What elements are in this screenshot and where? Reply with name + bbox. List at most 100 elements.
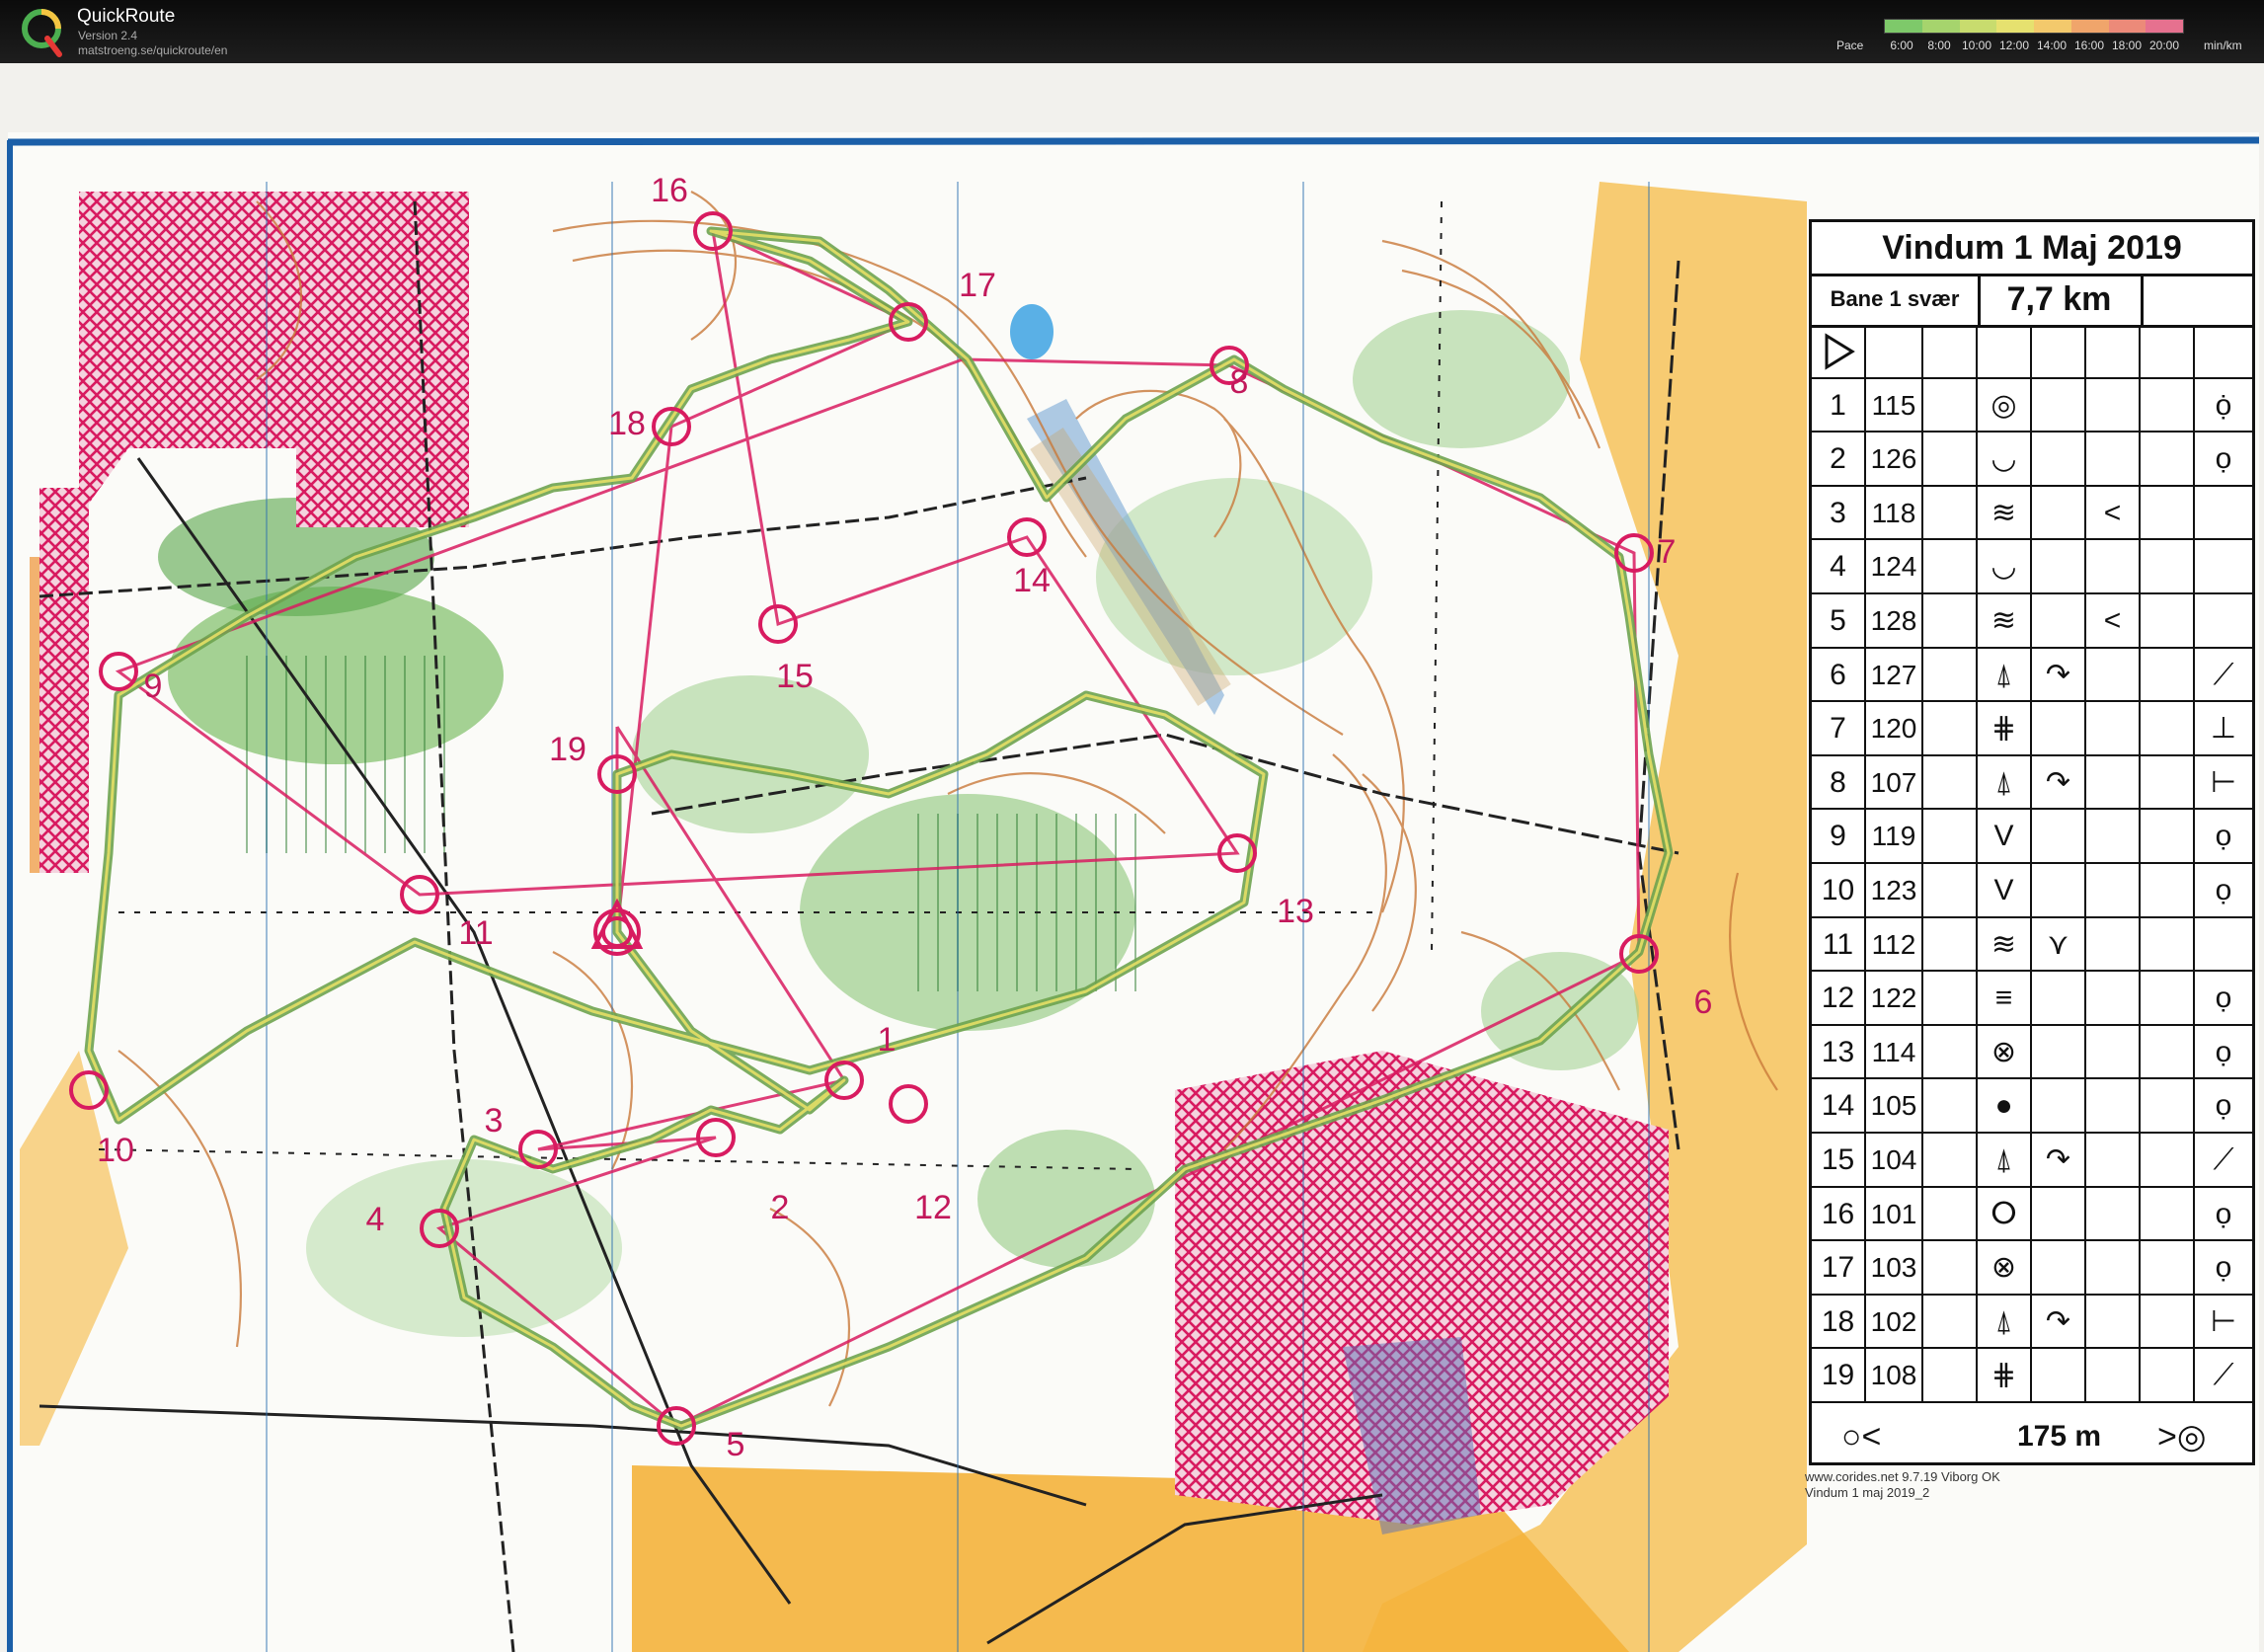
pace-tick: 16:00 xyxy=(2073,39,2105,52)
control-symbol xyxy=(2141,1241,2195,1294)
control-symbol: ◎ xyxy=(1978,378,2032,432)
pace-ticks: 6:00 8:00 10:00 12:00 14:00 16:00 18:00 20:00 xyxy=(1884,39,2182,52)
control-number: 3 xyxy=(1812,486,1866,539)
control-row: 9 119 Vọ xyxy=(1812,810,2252,864)
control-symbol xyxy=(2141,593,2195,647)
control-symbol xyxy=(1923,378,1978,432)
control-symbol: ọ xyxy=(2215,1089,2232,1123)
control-symbol xyxy=(2141,486,2195,539)
pace-color-swatch xyxy=(2146,20,2183,33)
control-code: 123 xyxy=(1866,863,1923,916)
pace-label: Pace xyxy=(1836,39,1864,52)
control-symbol: ọ xyxy=(2215,820,2232,853)
control-symbol xyxy=(2032,702,2086,754)
control-symbol: ◡ xyxy=(1978,433,2032,485)
control-number-label: 13 xyxy=(1277,893,1314,930)
control-symbol xyxy=(2141,1349,2195,1401)
control-symbol xyxy=(2086,540,2141,592)
control-description-sheet: Vindum 1 Maj 2019 Bane 1 svær 7,7 km 1 11… xyxy=(1809,219,2255,1465)
control-number: 6 xyxy=(1812,648,1866,701)
control-symbol xyxy=(1923,593,1978,647)
control-number-label: 15 xyxy=(776,658,814,695)
control-number: 1 xyxy=(1812,378,1866,432)
pace-tick: 12:00 xyxy=(1998,39,2030,52)
control-symbol xyxy=(1923,1349,1978,1401)
control-number: 2 xyxy=(1812,433,1866,485)
control-symbol: ⟋ xyxy=(2213,1142,2234,1176)
control-number: 16 xyxy=(1812,1187,1866,1240)
control-symbol xyxy=(2141,810,2195,862)
control-symbol xyxy=(1923,433,1978,485)
pace-color-swatch xyxy=(1885,20,1922,33)
control-number: 12 xyxy=(1812,972,1866,1024)
finish-row: ○< 175 m >◎ xyxy=(1812,1411,2252,1462)
control-symbol xyxy=(2086,972,2141,1024)
control-number-label: 6 xyxy=(1694,983,1713,1021)
control-number-label: 2 xyxy=(771,1189,790,1226)
control-number-label: 3 xyxy=(485,1102,504,1140)
control-symbol xyxy=(2032,1349,2086,1401)
control-symbol: ⋎ xyxy=(2032,917,2086,971)
control-symbol xyxy=(2141,972,2195,1024)
control-symbol: ↷ xyxy=(2032,648,2086,701)
control-symbol: ọ xyxy=(2215,1251,2232,1285)
control-symbol xyxy=(2141,755,2195,809)
control-number: 10 xyxy=(1812,863,1866,916)
control-row: 13 114 ⊗ ọ xyxy=(1812,1025,2252,1080)
control-symbol: ⟋ xyxy=(2213,1359,2234,1392)
control-symbol xyxy=(2141,433,2195,485)
control-symbol: ⊗ xyxy=(1978,1241,2032,1294)
control-symbol: ↷ xyxy=(2032,755,2086,809)
control-symbol xyxy=(2141,1187,2195,1240)
control-symbol: ⋕ xyxy=(1978,702,2032,754)
control-symbol xyxy=(2195,487,2252,539)
control-number: 5 xyxy=(1812,593,1866,647)
control-number-label: 10 xyxy=(97,1132,134,1169)
control-code: 102 xyxy=(1866,1295,1923,1348)
imprint-line-2: Vindum 1 maj 2019_2 xyxy=(1805,1485,1930,1500)
control-number: 7 xyxy=(1812,702,1866,754)
control-symbol: ọ xyxy=(2215,982,2232,1015)
start-row xyxy=(1812,325,2252,379)
control-code: 127 xyxy=(1866,648,1923,701)
control-symbol xyxy=(2141,702,2195,754)
control-symbol xyxy=(1923,486,1978,539)
control-symbol: < xyxy=(2086,486,2141,539)
control-symbol xyxy=(2032,378,2086,432)
control-symbol: ọ̇ xyxy=(2215,388,2232,422)
control-symbol xyxy=(2086,1079,2141,1132)
pace-tick: 10:00 xyxy=(1961,39,1992,52)
control-number: 9 xyxy=(1812,810,1866,862)
control-symbol xyxy=(2032,486,2086,539)
map-border-top xyxy=(7,136,2260,146)
control-code: 115 xyxy=(1866,378,1923,432)
control-symbol xyxy=(1923,972,1978,1024)
control-number-label: 14 xyxy=(1013,562,1051,599)
control-code: 104 xyxy=(1866,1133,1923,1186)
map-imprint: www.corides.net 9.7.19 Viborg OK Vindum … xyxy=(1805,1469,2000,1501)
pace-tick: 8:00 xyxy=(1927,39,1951,52)
lake xyxy=(1010,304,1054,359)
out-of-bounds-west xyxy=(39,488,89,873)
control-number-label: 7 xyxy=(1658,533,1677,571)
control-symbol xyxy=(2086,863,2141,916)
control-symbol xyxy=(2086,755,2141,809)
control-number: 13 xyxy=(1812,1025,1866,1078)
control-symbol: ↷ xyxy=(2032,1295,2086,1348)
control-symbol xyxy=(2141,1295,2195,1348)
control-symbol xyxy=(2086,1187,2141,1240)
course-name: Bane 1 svær xyxy=(1812,274,1981,325)
control-symbol xyxy=(2086,917,2141,971)
control-symbol: ⵔ xyxy=(1978,1187,2032,1240)
control-symbol: ≋ xyxy=(1978,593,2032,647)
app-url[interactable]: matstroeng.se/quickroute/en xyxy=(78,43,227,57)
control-code: 128 xyxy=(1866,593,1923,647)
control-code: 101 xyxy=(1866,1187,1923,1240)
control-code: 126 xyxy=(1866,433,1923,485)
control-row: 11 112 ≋ ⋎ xyxy=(1812,917,2252,973)
control-code: 107 xyxy=(1866,755,1923,809)
control-number: 15 xyxy=(1812,1133,1866,1186)
app-header: QuickRoute Version 2.4 matstroeng.se/qui… xyxy=(0,0,2264,63)
control-code: 120 xyxy=(1866,702,1923,754)
control-symbol xyxy=(2032,972,2086,1024)
